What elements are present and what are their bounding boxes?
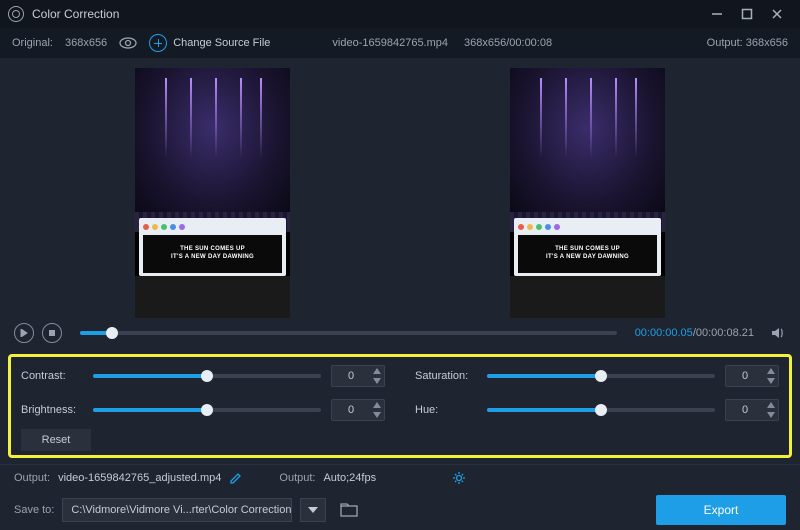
color-controls-panel: Contrast: Saturation: Brightness: H [8,354,792,458]
info-toolbar: Original: 368x656 Change Source File vid… [0,28,800,58]
contrast-value-box [331,365,385,387]
contrast-input[interactable] [332,370,370,382]
original-label: Original: [12,37,53,49]
time-current: 00:00:00.05 [635,327,693,339]
titlebar: Color Correction [0,0,800,28]
contrast-step-up[interactable] [370,366,384,376]
volume-icon[interactable] [770,325,786,341]
open-folder-icon[interactable] [334,498,364,522]
preview-text-1: THE SUN COMES UP [143,246,282,254]
hue-input[interactable] [726,404,764,416]
preview-area: THE SUN COMES UPIT'S A NEW DAY DAWNING T… [0,58,800,318]
window-title: Color Correction [32,7,119,21]
play-button[interactable] [14,323,34,343]
contrast-step-down[interactable] [370,376,384,386]
output-settings-value: Auto;24fps [323,472,376,484]
saturation-slider[interactable] [487,374,715,378]
saturation-input[interactable] [726,370,764,382]
brightness-slider[interactable] [93,408,321,412]
save-to-label: Save to: [14,504,54,516]
minimize-button[interactable] [702,0,732,28]
save-bar: Save to: C:\Vidmore\Vidmore Vi...rter\Co… [0,490,800,530]
save-path-box[interactable]: C:\Vidmore\Vidmore Vi...rter\Color Corre… [62,498,292,522]
hue-label: Hue: [415,404,477,416]
saturation-control: Saturation: [415,365,779,387]
playback-bar: 00:00:00.05/00:00:08.21 [0,318,800,348]
preview-text-2: IT'S A NEW DAY DAWNING [143,254,282,262]
hue-step-down[interactable] [764,410,778,420]
output-file-label: Output: [14,472,50,484]
contrast-control: Contrast: [21,365,385,387]
original-dimensions: 368x656 [65,37,107,49]
save-path: C:\Vidmore\Vidmore Vi...rter\Color Corre… [71,504,291,516]
saturation-step-down[interactable] [764,376,778,386]
edit-filename-icon[interactable] [229,471,243,485]
maximize-button[interactable] [732,0,762,28]
preview-text-1b: THE SUN COMES UP [518,246,657,254]
seek-slider[interactable] [80,331,617,335]
preview-text-2b: IT'S A NEW DAY DAWNING [518,254,657,262]
saturation-label: Saturation: [415,370,477,382]
contrast-label: Contrast: [21,370,83,382]
output-dimensions: 368x656 [746,37,788,49]
preview-output: THE SUN COMES UPIT'S A NEW DAY DAWNING [510,68,665,318]
output-bar: Output: video-1659842765_adjusted.mp4 Ou… [0,464,800,490]
saturation-step-up[interactable] [764,366,778,376]
hue-slider[interactable] [487,408,715,412]
brightness-value-box [331,399,385,421]
contrast-slider[interactable] [93,374,321,378]
brightness-step-up[interactable] [370,400,384,410]
output-filename: video-1659842765_adjusted.mp4 [58,472,221,484]
preview-toggle-icon[interactable] [119,37,137,49]
export-button[interactable]: Export [656,495,786,525]
hue-step-up[interactable] [764,400,778,410]
brightness-input[interactable] [332,404,370,416]
change-source-label: Change Source File [173,37,270,49]
brightness-label: Brightness: [21,404,83,416]
plus-icon [149,34,167,52]
output-dim-label: Output: [707,37,743,49]
save-path-dropdown[interactable] [300,498,326,522]
close-button[interactable] [762,0,792,28]
saturation-value-box [725,365,779,387]
stop-button[interactable] [42,323,62,343]
source-dim-time: 368x656/00:00:08 [464,37,552,49]
output-settings-icon[interactable] [452,471,466,485]
hue-control: Hue: [415,399,779,421]
timecode: 00:00:00.05/00:00:08.21 [635,327,754,339]
app-icon [8,6,24,22]
reset-button[interactable]: Reset [21,429,91,451]
time-total: 00:00:08.21 [696,327,754,339]
output-settings-label: Output: [279,472,315,484]
change-source-button[interactable]: Change Source File [149,34,270,52]
brightness-step-down[interactable] [370,410,384,420]
hue-value-box [725,399,779,421]
preview-original: THE SUN COMES UPIT'S A NEW DAY DAWNING [135,68,290,318]
brightness-control: Brightness: [21,399,385,421]
source-filename: video-1659842765.mp4 [332,37,448,49]
